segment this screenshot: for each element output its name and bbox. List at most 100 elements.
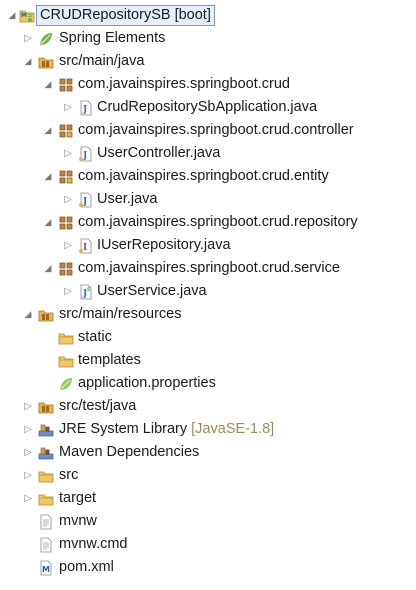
jre-version-decoration: [JavaSE-1.8] — [191, 421, 275, 437]
tree-item-label: CrudRepositorySbApplication.java — [97, 99, 318, 115]
package-icon — [58, 169, 74, 185]
chevron-down-icon[interactable]: ◢ — [42, 211, 54, 234]
tree-item-label: Maven Dependencies — [59, 444, 200, 460]
tree-row-package-controller[interactable]: ◢ com.javainspires.springboot.crud.contr… — [0, 119, 416, 142]
tree-row-iuserrepository-java[interactable]: ▷ I IUserRepository.java — [0, 234, 416, 257]
tree-item-label: src/test/java — [59, 398, 137, 414]
chevron-right-icon[interactable]: ▷ — [62, 188, 74, 211]
tree-row-jre-library[interactable]: ▷ JRE System Library [JavaSE-1.8] — [0, 418, 416, 441]
tree-item-label: static — [78, 329, 112, 345]
tree-row-target[interactable]: ▷ target — [0, 487, 416, 510]
chevron-right-icon[interactable]: ▷ — [62, 142, 74, 165]
svg-text:J: J — [82, 105, 87, 115]
tree-item-label: templates — [78, 352, 141, 368]
svg-text:M: M — [42, 565, 50, 574]
source-folder-icon — [38, 399, 54, 415]
java-file-icon: J — [78, 146, 94, 162]
tree-item-label: com.javainspires.springboot.crud.reposit… — [78, 214, 358, 230]
source-folder-icon — [38, 307, 54, 323]
tree-item-label: mvnw — [59, 513, 97, 529]
chevron-down-icon[interactable]: ◢ — [42, 119, 54, 142]
svg-text:S: S — [87, 287, 91, 293]
tree-row-project[interactable]: ◢ M S CRUDRepositorySB [boot] — [0, 4, 416, 27]
tree-row-spring-elements[interactable]: ▷ Spring Elements — [0, 27, 416, 50]
spring-leaf-icon — [58, 376, 74, 392]
chevron-down-icon[interactable]: ◢ — [42, 73, 54, 96]
tree-row-package-repository[interactable]: ◢ com.javainspires.springboot.crud.repos… — [0, 211, 416, 234]
tree-row-src-main-resources[interactable]: ◢ src/main/resources — [0, 303, 416, 326]
chevron-down-icon[interactable]: ◢ — [42, 165, 54, 188]
tree-item-label: src/main/java — [59, 53, 145, 69]
tree-item-label: UserService.java — [97, 283, 207, 299]
text-file-icon — [38, 537, 54, 553]
java-interface-file-icon: I — [78, 238, 94, 254]
tree-item-label: src — [59, 467, 79, 483]
svg-text:M: M — [21, 12, 27, 19]
tree-item-label: Spring Elements — [59, 30, 166, 46]
chevron-right-icon[interactable]: ▷ — [22, 441, 34, 464]
tree-row-maven-dependencies[interactable]: ▷ Maven Dependencies — [0, 441, 416, 464]
java-file-icon: J — [78, 192, 94, 208]
chevron-right-icon[interactable]: ▷ — [22, 464, 34, 487]
tree-item-label: src/main/resources — [59, 306, 182, 322]
tree-item-label: User.java — [97, 191, 158, 207]
package-icon — [58, 215, 74, 231]
text-file-icon — [38, 514, 54, 530]
package-icon — [58, 261, 74, 277]
chevron-right-icon[interactable]: ▷ — [22, 27, 34, 50]
chevron-down-icon[interactable]: ◢ — [22, 303, 34, 326]
tree-item-label: UserController.java — [97, 145, 221, 161]
package-icon — [58, 123, 74, 139]
chevron-down-icon[interactable]: ◢ — [42, 257, 54, 280]
chevron-right-icon[interactable]: ▷ — [62, 96, 74, 119]
tree-row-static[interactable]: static — [0, 326, 416, 349]
library-icon — [38, 422, 54, 438]
library-icon — [38, 445, 54, 461]
java-file-icon: J — [78, 100, 94, 116]
folder-icon — [58, 353, 74, 369]
tree-item-label: JRE System Library [JavaSE-1.8] — [59, 421, 275, 437]
tree-row-mvnw-cmd[interactable]: mvnw.cmd — [0, 533, 416, 556]
maven-xml-icon: M — [38, 560, 54, 576]
tree-item-label: IUserRepository.java — [97, 237, 231, 253]
package-icon — [58, 77, 74, 93]
tree-row-usercontroller-java[interactable]: ▷ J UserController.java — [0, 142, 416, 165]
tree-row-application-java[interactable]: ▷ J CrudRepositorySbApplication.java — [0, 96, 416, 119]
chevron-right-icon[interactable]: ▷ — [22, 487, 34, 510]
tree-item-label: mvnw.cmd — [59, 536, 128, 552]
tree-row-application-properties[interactable]: application.properties — [0, 372, 416, 395]
chevron-right-icon[interactable]: ▷ — [62, 234, 74, 257]
spring-leaf-icon — [38, 31, 54, 47]
tree-row-package-service[interactable]: ◢ com.javainspires.springboot.crud.servi… — [0, 257, 416, 280]
maven-spring-project-icon: M S — [19, 8, 35, 24]
java-file-icon: J S — [78, 284, 94, 300]
tree-row-package-entity[interactable]: ◢ com.javainspires.springboot.crud.entit… — [0, 165, 416, 188]
project-explorer-tree: ◢ M S CRUDRepositorySB [boot] ▷ Spring E… — [0, 4, 416, 579]
tree-row-user-java[interactable]: ▷ J User.java — [0, 188, 416, 211]
folder-icon — [38, 468, 54, 484]
tree-row-mvnw[interactable]: mvnw — [0, 510, 416, 533]
tree-item-label: com.javainspires.springboot.crud — [78, 76, 290, 92]
tree-item-label: com.javainspires.springboot.crud.entity — [78, 168, 329, 184]
tree-row-src-main-java[interactable]: ◢ src/main/java — [0, 50, 416, 73]
tree-item-label: com.javainspires.springboot.crud.service — [78, 260, 340, 276]
chevron-right-icon[interactable]: ▷ — [62, 280, 74, 303]
chevron-down-icon[interactable]: ◢ — [22, 50, 34, 73]
tree-row-templates[interactable]: templates — [0, 349, 416, 372]
tree-row-src[interactable]: ▷ src — [0, 464, 416, 487]
chevron-right-icon[interactable]: ▷ — [22, 395, 34, 418]
tree-row-userservice-java[interactable]: ▷ J S UserService.java — [0, 280, 416, 303]
tree-row-src-test-java[interactable]: ▷ src/test/java — [0, 395, 416, 418]
chevron-right-icon[interactable]: ▷ — [22, 418, 34, 441]
tree-item-label: com.javainspires.springboot.crud.control… — [78, 122, 354, 138]
folder-icon — [58, 330, 74, 346]
tree-item-label: target — [59, 490, 97, 506]
tree-item-label: pom.xml — [59, 559, 114, 575]
source-folder-icon — [38, 54, 54, 70]
svg-text:I: I — [83, 243, 87, 253]
tree-row-pom-xml[interactable]: M pom.xml — [0, 556, 416, 579]
chevron-down-icon[interactable]: ◢ — [6, 4, 18, 27]
tree-item-label: application.properties — [78, 375, 216, 391]
tree-row-package-crud[interactable]: ◢ com.javainspires.springboot.crud — [0, 73, 416, 96]
project-name-label: CRUDRepositorySB [boot] — [36, 5, 215, 26]
